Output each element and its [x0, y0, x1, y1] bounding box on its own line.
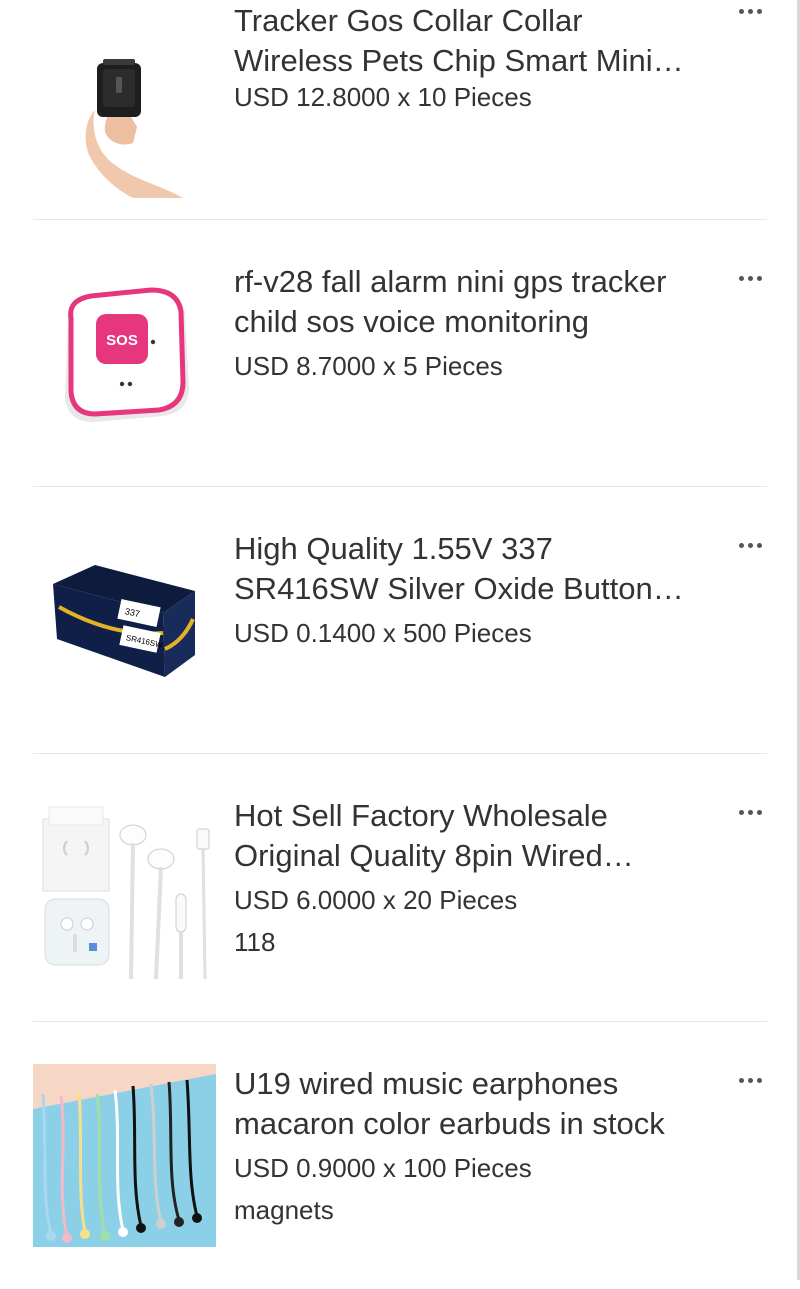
product-note: 118	[234, 927, 276, 957]
product-price: USD 6.0000 x 20 Pieces	[234, 885, 518, 915]
more-options-icon[interactable]	[730, 0, 770, 23]
product-image-colorful-earbuds[interactable]	[33, 1064, 216, 1247]
product-price: USD 8.7000 x 5 Pieces	[234, 351, 503, 381]
product-title[interactable]: Hot Sell Factory Wholesale Original Qual…	[234, 796, 704, 876]
more-options-icon[interactable]	[730, 533, 770, 557]
svg-text:SOS: SOS	[106, 332, 138, 349]
product-note: magnets	[234, 1195, 334, 1225]
more-options-icon[interactable]	[730, 266, 770, 290]
more-options-icon[interactable]	[730, 800, 770, 824]
product-item[interactable]: U19 wired music earphones macaron color …	[0, 1022, 800, 1289]
product-price: USD 12.8000 x 10 Pieces	[234, 82, 532, 112]
product-item[interactable]: SOS rf-v28 fall alarm nini gps tracker c…	[0, 220, 800, 487]
product-price: USD 0.1400 x 500 Pieces	[234, 618, 532, 648]
product-title[interactable]: High Quality 1.55V 337 SR416SW Silver Ox…	[234, 529, 704, 609]
product-item[interactable]: 337 SR416SW High Quality 1.55V 337 SR416…	[0, 487, 800, 754]
product-title[interactable]: U19 wired music earphones macaron color …	[234, 1064, 704, 1144]
product-image-mini-gps-tracker[interactable]	[33, 15, 216, 198]
product-title[interactable]: rf-v28 fall alarm nini gps tracker child…	[234, 262, 704, 342]
product-item[interactable]: Hot Sell Factory Wholesale Original Qual…	[0, 754, 800, 1021]
more-options-icon[interactable]	[730, 1068, 770, 1092]
product-image-battery-box[interactable]: 337 SR416SW	[33, 549, 216, 732]
product-title[interactable]: Tracker Gos Collar Collar Wireless Pets …	[234, 1, 704, 81]
product-image-wired-earphones[interactable]	[33, 799, 216, 982]
product-price: USD 0.9000 x 100 Pieces	[234, 1153, 532, 1183]
product-item[interactable]: Tracker Gos Collar Collar Wireless Pets …	[0, 0, 800, 220]
product-image-sos-tracker[interactable]: SOS	[33, 282, 216, 465]
